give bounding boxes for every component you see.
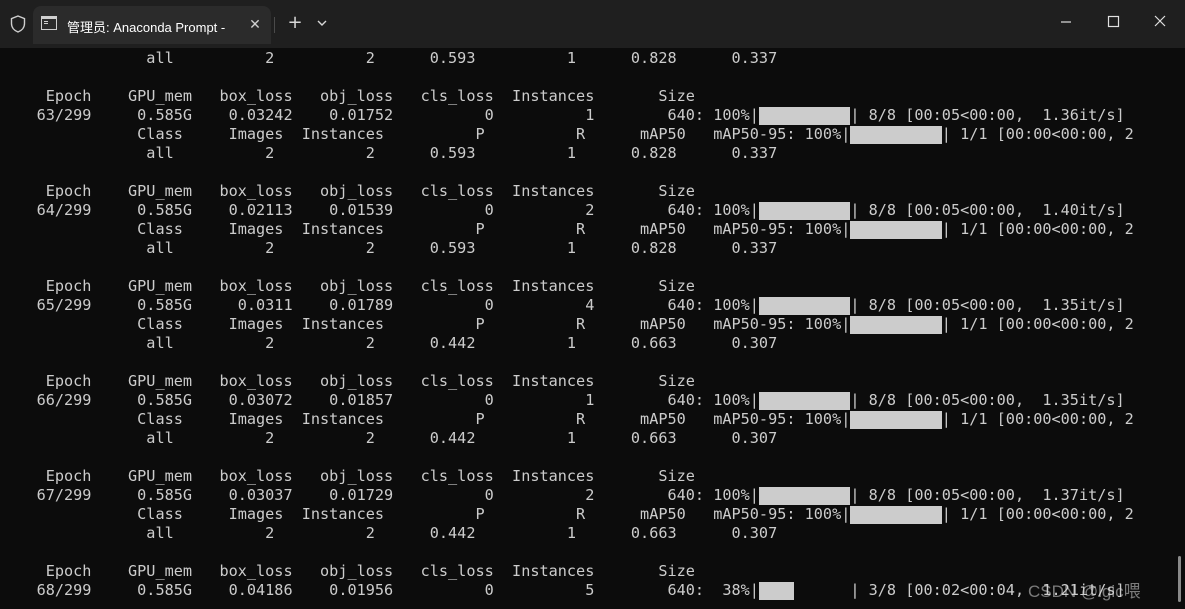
progress-bar-fill [758,202,851,220]
progress-status: | 1/1 [00:00<00:00, 2 [941,125,1134,143]
terminal-line: Class Images Instances P R mAP50 mAP50-9… [0,505,851,523]
progress-status: | 8/8 [00:05<00:00, 1.37it/s] [850,486,1125,504]
progress-status: | 1/1 [00:00<00:00, 2 [941,220,1134,238]
progress-status: | 8/8 [00:05<00:00, 1.40it/s] [850,201,1125,219]
progress-status: | 1/1 [00:00<00:00, 2 [941,315,1134,333]
terminal-line: Epoch GPU_mem box_loss obj_loss cls_loss… [0,182,695,200]
terminal-line: 63/299 0.585G 0.03242 0.01752 0 1 640: 1… [0,106,759,124]
progress-status: | 8/8 [00:05<00:00, 1.36it/s] [850,106,1125,124]
plus-icon[interactable]: + [284,12,306,34]
progress-bar-fill [850,126,942,144]
close-icon[interactable]: ✕ [245,15,265,35]
progress-status: | 8/8 [00:05<00:00, 1.35it/s] [850,296,1125,314]
progress-bar-fill [758,582,794,600]
progress-status: | 8/8 [00:05<00:00, 1.35it/s] [850,391,1125,409]
progress-bar-fill [850,411,942,429]
terminal-line: all 2 2 0.593 1 0.828 0.337 [0,144,778,162]
terminal-line: all 2 2 0.442 1 0.663 0.307 [0,524,778,542]
maximize-icon[interactable] [1090,8,1136,36]
chevron-down-icon[interactable] [313,14,331,32]
terminal-line: 67/299 0.585G 0.03037 0.01729 0 2 640: 1… [0,486,759,504]
terminal-line: all 2 2 0.442 1 0.663 0.307 [0,334,778,352]
terminal-line: Class Images Instances P R mAP50 mAP50-9… [0,125,851,143]
title-bar: 管理员: Anaconda Prompt - py ✕ + [0,0,1185,48]
close-window-icon[interactable] [1137,8,1183,36]
progress-bar-fill [850,506,942,524]
terminal-line: Epoch GPU_mem box_loss obj_loss cls_loss… [0,372,695,390]
terminal-line: Class Images Instances P R mAP50 mAP50-9… [0,220,851,238]
progress-bar-fill [850,221,942,239]
terminal-line: Epoch GPU_mem box_loss obj_loss cls_loss… [0,87,695,105]
terminal-line: 68/299 0.585G 0.04186 0.01956 0 5 640: 3… [0,581,759,599]
terminal-output[interactable]: all 2 2 0.593 1 0.828 0.337 Epoch GPU_me… [0,48,1175,609]
shield-icon[interactable] [8,14,28,34]
terminal-line: 66/299 0.585G 0.03072 0.01857 0 1 640: 1… [0,391,759,409]
minimize-icon[interactable] [1043,8,1089,36]
progress-status: | 1/1 [00:00<00:00, 2 [941,505,1134,523]
scrollbar-thumb[interactable] [1178,556,1181,602]
terminal-line: 64/299 0.585G 0.02113 0.01539 0 2 640: 1… [0,201,759,219]
terminal-line: Epoch GPU_mem box_loss obj_loss cls_loss… [0,277,695,295]
terminal-line: all 2 2 0.593 1 0.828 0.337 [0,239,778,257]
terminal-line: all 2 2 0.593 1 0.828 0.337 [0,49,778,67]
terminal-line: Class Images Instances P R mAP50 mAP50-9… [0,410,851,428]
terminal-line: 65/299 0.585G 0.0311 0.01789 0 4 640: 10… [0,296,759,314]
tab-anaconda-prompt[interactable]: 管理员: Anaconda Prompt - py ✕ [33,6,271,44]
terminal-line: Class Images Instances P R mAP50 mAP50-9… [0,315,851,333]
progress-bar-fill [850,316,942,334]
terminal-line: all 2 2 0.442 1 0.663 0.307 [0,429,778,447]
progress-bar-fill [758,487,851,505]
watermark: CSDN @lgic喂 [1028,582,1141,601]
progress-bar-fill [758,297,851,315]
terminal-icon [41,16,57,30]
progress-bar-fill [758,107,851,125]
progress-status: | 1/1 [00:00<00:00, 2 [941,410,1134,428]
tab-title: 管理员: Anaconda Prompt - py [67,20,227,35]
terminal-line: Epoch GPU_mem box_loss obj_loss cls_loss… [0,467,695,485]
terminal-line: Epoch GPU_mem box_loss obj_loss cls_loss… [0,562,695,580]
tab-divider [274,17,275,33]
progress-bar-fill [758,392,851,410]
